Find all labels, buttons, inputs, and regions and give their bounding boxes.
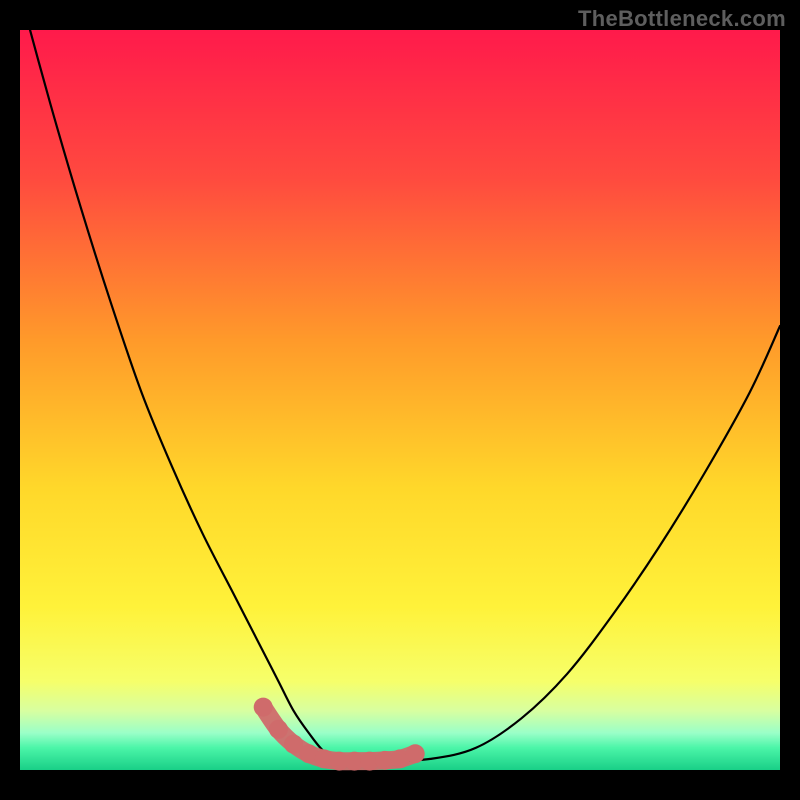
marker-dot — [269, 720, 288, 739]
watermark-text: TheBottleneck.com — [578, 6, 786, 32]
bottleneck-chart — [0, 0, 800, 800]
chart-stage: TheBottleneck.com — [0, 0, 800, 800]
marker-dot — [406, 744, 425, 763]
plot-background — [20, 30, 780, 770]
marker-dot — [254, 698, 273, 717]
